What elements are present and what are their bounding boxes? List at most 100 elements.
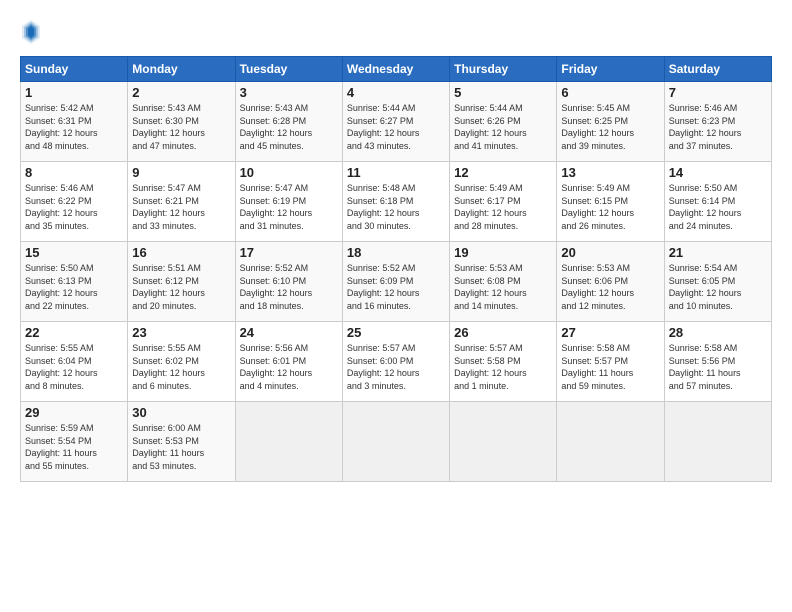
calendar-cell: 3 Sunrise: 5:43 AM Sunset: 6:28 PM Daylig… xyxy=(235,82,342,162)
day-info: Sunrise: 5:47 AM Sunset: 6:19 PM Dayligh… xyxy=(240,182,338,232)
day-number: 14 xyxy=(669,165,767,180)
day-info: Sunrise: 5:45 AM Sunset: 6:25 PM Dayligh… xyxy=(561,102,659,152)
day-info: Sunrise: 5:56 AM Sunset: 6:01 PM Dayligh… xyxy=(240,342,338,392)
day-number: 21 xyxy=(669,245,767,260)
day-info: Sunrise: 5:43 AM Sunset: 6:28 PM Dayligh… xyxy=(240,102,338,152)
calendar-cell: 26 Sunrise: 5:57 AM Sunset: 5:58 PM Dayli… xyxy=(450,322,557,402)
day-number: 12 xyxy=(454,165,552,180)
day-number: 16 xyxy=(132,245,230,260)
calendar-cell: 30 Sunrise: 6:00 AM Sunset: 5:53 PM Dayli… xyxy=(128,402,235,482)
day-number: 4 xyxy=(347,85,445,100)
calendar-cell: 13 Sunrise: 5:49 AM Sunset: 6:15 PM Dayli… xyxy=(557,162,664,242)
calendar-cell: 28 Sunrise: 5:58 AM Sunset: 5:56 PM Dayli… xyxy=(664,322,771,402)
day-info: Sunrise: 5:53 AM Sunset: 6:08 PM Dayligh… xyxy=(454,262,552,312)
header-cell-monday: Monday xyxy=(128,57,235,82)
header-cell-tuesday: Tuesday xyxy=(235,57,342,82)
day-info: Sunrise: 5:47 AM Sunset: 6:21 PM Dayligh… xyxy=(132,182,230,232)
day-info: Sunrise: 5:58 AM Sunset: 5:56 PM Dayligh… xyxy=(669,342,767,392)
calendar-row-1: 1 Sunrise: 5:42 AM Sunset: 6:31 PM Daylig… xyxy=(21,82,772,162)
day-info: Sunrise: 5:44 AM Sunset: 6:27 PM Dayligh… xyxy=(347,102,445,152)
day-number: 30 xyxy=(132,405,230,420)
day-number: 15 xyxy=(25,245,123,260)
day-number: 1 xyxy=(25,85,123,100)
day-number: 17 xyxy=(240,245,338,260)
calendar-row-2: 8 Sunrise: 5:46 AM Sunset: 6:22 PM Daylig… xyxy=(21,162,772,242)
calendar-cell: 2Sunrise: 5:43 AM Sunset: 6:30 PM Daylig… xyxy=(128,82,235,162)
day-info: Sunrise: 5:55 AM Sunset: 6:02 PM Dayligh… xyxy=(132,342,230,392)
day-info: Sunrise: 5:52 AM Sunset: 6:09 PM Dayligh… xyxy=(347,262,445,312)
calendar-cell: 10 Sunrise: 5:47 AM Sunset: 6:19 PM Dayli… xyxy=(235,162,342,242)
day-info: Sunrise: 5:44 AM Sunset: 6:26 PM Dayligh… xyxy=(454,102,552,152)
calendar-cell xyxy=(664,402,771,482)
day-number: 18 xyxy=(347,245,445,260)
calendar-cell: 21 Sunrise: 5:54 AM Sunset: 6:05 PM Dayli… xyxy=(664,242,771,322)
day-number: 8 xyxy=(25,165,123,180)
calendar-cell: 24Sunrise: 5:56 AM Sunset: 6:01 PM Dayli… xyxy=(235,322,342,402)
day-number: 23 xyxy=(132,325,230,340)
calendar-cell xyxy=(235,402,342,482)
calendar-cell: 16 Sunrise: 5:51 AM Sunset: 6:12 PM Dayli… xyxy=(128,242,235,322)
calendar-cell: 9 Sunrise: 5:47 AM Sunset: 6:21 PM Daylig… xyxy=(128,162,235,242)
calendar-cell: 1 Sunrise: 5:42 AM Sunset: 6:31 PM Daylig… xyxy=(21,82,128,162)
day-info: Sunrise: 5:49 AM Sunset: 6:15 PM Dayligh… xyxy=(561,182,659,232)
day-info: Sunrise: 5:50 AM Sunset: 6:13 PM Dayligh… xyxy=(25,262,123,312)
day-info: Sunrise: 5:46 AM Sunset: 6:23 PM Dayligh… xyxy=(669,102,767,152)
header-cell-wednesday: Wednesday xyxy=(342,57,449,82)
calendar-cell: 27Sunrise: 5:58 AM Sunset: 5:57 PM Dayli… xyxy=(557,322,664,402)
day-number: 13 xyxy=(561,165,659,180)
calendar-cell: 23 Sunrise: 5:55 AM Sunset: 6:02 PM Dayli… xyxy=(128,322,235,402)
day-number: 11 xyxy=(347,165,445,180)
day-info: Sunrise: 5:48 AM Sunset: 6:18 PM Dayligh… xyxy=(347,182,445,232)
day-number: 3 xyxy=(240,85,338,100)
day-info: Sunrise: 5:51 AM Sunset: 6:12 PM Dayligh… xyxy=(132,262,230,312)
calendar-cell: 15 Sunrise: 5:50 AM Sunset: 6:13 PM Dayli… xyxy=(21,242,128,322)
day-number: 27 xyxy=(561,325,659,340)
day-number: 9 xyxy=(132,165,230,180)
header-row: SundayMondayTuesdayWednesdayThursdayFrid… xyxy=(21,57,772,82)
header-cell-saturday: Saturday xyxy=(664,57,771,82)
day-info: Sunrise: 5:46 AM Sunset: 6:22 PM Dayligh… xyxy=(25,182,123,232)
calendar-row-4: 22Sunrise: 5:55 AM Sunset: 6:04 PM Dayli… xyxy=(21,322,772,402)
day-info: Sunrise: 5:57 AM Sunset: 5:58 PM Dayligh… xyxy=(454,342,552,392)
day-info: Sunrise: 5:57 AM Sunset: 6:00 PM Dayligh… xyxy=(347,342,445,392)
day-number: 25 xyxy=(347,325,445,340)
calendar-cell: 5 Sunrise: 5:44 AM Sunset: 6:26 PM Daylig… xyxy=(450,82,557,162)
day-number: 28 xyxy=(669,325,767,340)
day-number: 19 xyxy=(454,245,552,260)
calendar-cell: 19 Sunrise: 5:53 AM Sunset: 6:08 PM Dayli… xyxy=(450,242,557,322)
calendar-cell xyxy=(557,402,664,482)
day-number: 10 xyxy=(240,165,338,180)
day-info: Sunrise: 5:55 AM Sunset: 6:04 PM Dayligh… xyxy=(25,342,123,392)
day-info: Sunrise: 5:49 AM Sunset: 6:17 PM Dayligh… xyxy=(454,182,552,232)
day-info: Sunrise: 6:00 AM Sunset: 5:53 PM Dayligh… xyxy=(132,422,230,472)
calendar-cell: 17 Sunrise: 5:52 AM Sunset: 6:10 PM Dayli… xyxy=(235,242,342,322)
calendar-cell: 7Sunrise: 5:46 AM Sunset: 6:23 PM Daylig… xyxy=(664,82,771,162)
header xyxy=(20,18,772,46)
calendar-row-5: 29 Sunrise: 5:59 AM Sunset: 5:54 PM Dayli… xyxy=(21,402,772,482)
calendar-cell: 4 Sunrise: 5:44 AM Sunset: 6:27 PM Daylig… xyxy=(342,82,449,162)
calendar-cell: 22Sunrise: 5:55 AM Sunset: 6:04 PM Dayli… xyxy=(21,322,128,402)
day-number: 20 xyxy=(561,245,659,260)
day-info: Sunrise: 5:50 AM Sunset: 6:14 PM Dayligh… xyxy=(669,182,767,232)
calendar-cell: 29 Sunrise: 5:59 AM Sunset: 5:54 PM Dayli… xyxy=(21,402,128,482)
calendar-cell: 11 Sunrise: 5:48 AM Sunset: 6:18 PM Dayli… xyxy=(342,162,449,242)
day-number: 29 xyxy=(25,405,123,420)
day-info: Sunrise: 5:59 AM Sunset: 5:54 PM Dayligh… xyxy=(25,422,123,472)
header-cell-thursday: Thursday xyxy=(450,57,557,82)
calendar-table: SundayMondayTuesdayWednesdayThursdayFrid… xyxy=(20,56,772,482)
calendar-cell: 20 Sunrise: 5:53 AM Sunset: 6:06 PM Dayli… xyxy=(557,242,664,322)
calendar-cell: 18 Sunrise: 5:52 AM Sunset: 6:09 PM Dayli… xyxy=(342,242,449,322)
calendar-cell: 12 Sunrise: 5:49 AM Sunset: 6:17 PM Dayli… xyxy=(450,162,557,242)
day-info: Sunrise: 5:43 AM Sunset: 6:30 PM Dayligh… xyxy=(132,102,230,152)
day-number: 5 xyxy=(454,85,552,100)
header-cell-friday: Friday xyxy=(557,57,664,82)
day-info: Sunrise: 5:52 AM Sunset: 6:10 PM Dayligh… xyxy=(240,262,338,312)
day-info: Sunrise: 5:54 AM Sunset: 6:05 PM Dayligh… xyxy=(669,262,767,312)
day-number: 6 xyxy=(561,85,659,100)
header-cell-sunday: Sunday xyxy=(21,57,128,82)
day-info: Sunrise: 5:53 AM Sunset: 6:06 PM Dayligh… xyxy=(561,262,659,312)
day-number: 26 xyxy=(454,325,552,340)
calendar-cell xyxy=(342,402,449,482)
day-info: Sunrise: 5:42 AM Sunset: 6:31 PM Dayligh… xyxy=(25,102,123,152)
calendar-cell: 6 Sunrise: 5:45 AM Sunset: 6:25 PM Daylig… xyxy=(557,82,664,162)
